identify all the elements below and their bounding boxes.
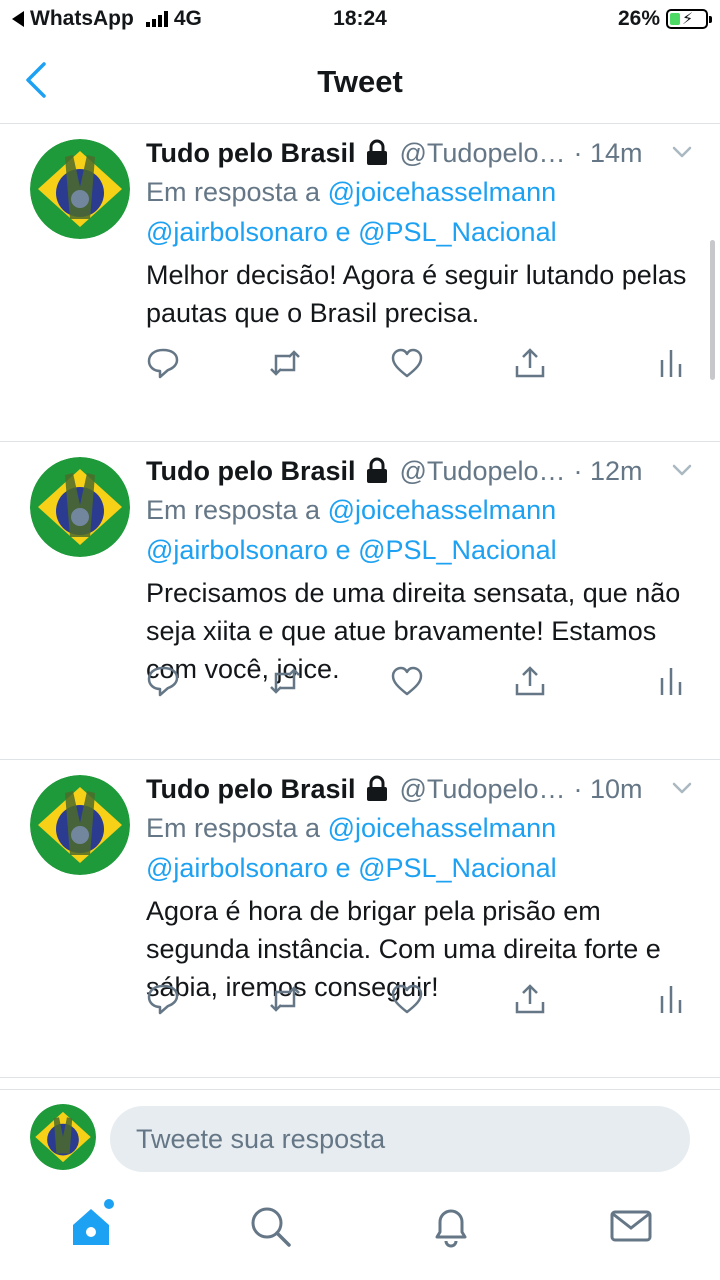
chevron-down-icon[interactable] (670, 140, 694, 164)
analytics-icon (654, 986, 688, 1020)
analytics-icon (654, 668, 688, 702)
reply-icon (146, 348, 180, 384)
share-icon (513, 984, 547, 1020)
reply-context: Em resposta a @joicehasselmann (146, 172, 700, 212)
heart-icon (390, 666, 424, 702)
tab-home[interactable] (68, 1199, 114, 1249)
tab-messages[interactable] (608, 1203, 654, 1249)
nav-bar: Tweet (0, 40, 720, 124)
reply-button[interactable] (146, 346, 180, 380)
composer-avatar[interactable] (30, 1104, 96, 1170)
search-icon (251, 1207, 291, 1247)
reply-button[interactable] (146, 664, 180, 698)
tab-search[interactable] (247, 1203, 293, 1249)
page-title: Tweet (317, 64, 403, 99)
mention-link[interactable]: @PSL_Nacional (358, 535, 557, 565)
author-name[interactable]: Tudo pelo Brasil (146, 138, 356, 169)
battery-percent: 26% (617, 7, 660, 30)
reply-composer (0, 1089, 720, 1189)
avatar[interactable] (30, 457, 130, 557)
analytics-button[interactable] (654, 982, 688, 1016)
tweet-timestamp: · 12m (573, 455, 643, 486)
avatar[interactable] (30, 775, 130, 875)
mention-link[interactable]: @joicehasselmann (328, 495, 557, 525)
reply-button[interactable] (146, 982, 180, 1016)
tweet[interactable]: Tudo pelo Brasil @Tudopelo… · 12m Em respos… (0, 442, 720, 760)
reply-feed[interactable]: Tudo pelo Brasil @Tudopelo… · 14m Em respos… (0, 124, 720, 1089)
heart-icon (390, 984, 424, 1020)
tab-bar (0, 1189, 720, 1280)
mention-link[interactable]: @jairbolsonaro (146, 535, 328, 565)
retweet-button[interactable] (268, 664, 302, 698)
reply-context: @jairbolsonaro e @PSL_Nacional (146, 530, 700, 570)
mention-joiner[interactable]: e (336, 535, 351, 565)
tweet-actions (146, 664, 686, 704)
share-button[interactable] (513, 346, 547, 380)
reply-prefix: Em resposta a (146, 495, 321, 525)
reply-context: Em resposta a @joicehasselmann (146, 490, 700, 530)
mention-joiner[interactable]: e (336, 217, 351, 247)
author-name[interactable]: Tudo pelo Brasil (146, 774, 356, 805)
reply-context: Em resposta a @joicehasselmann (146, 808, 700, 848)
chevron-down-icon[interactable] (670, 458, 694, 482)
analytics-button[interactable] (654, 346, 688, 380)
reply-icon (146, 666, 180, 702)
share-icon (513, 666, 547, 702)
heart-icon (390, 348, 424, 384)
avatar[interactable] (30, 139, 130, 239)
reply-input[interactable] (110, 1106, 690, 1172)
chevron-down-icon[interactable] (670, 776, 694, 800)
retweet-icon (268, 350, 302, 384)
like-button[interactable] (390, 982, 424, 1016)
notifications-icon (435, 1209, 467, 1248)
mention-link[interactable]: @joicehasselmann (328, 177, 557, 207)
tweet[interactable]: Tudo pelo Brasil@Tudopelo…· 8m (0, 1078, 720, 1089)
tweet-text: Melhor decisão! Agora é seguir lutando p… (146, 260, 687, 328)
tab-notifications[interactable] (428, 1203, 474, 1249)
lock-icon (364, 139, 390, 167)
share-button[interactable] (513, 664, 547, 698)
share-icon (513, 348, 547, 384)
retweet-icon (268, 986, 302, 1020)
tweet[interactable]: Tudo pelo Brasil @Tudopelo… · 14m Em respos… (0, 124, 720, 442)
lock-icon (364, 457, 390, 485)
mention-joiner[interactable]: e (336, 853, 351, 883)
share-button[interactable] (513, 982, 547, 1016)
mention-link[interactable]: @PSL_Nacional (358, 853, 557, 883)
retweet-icon (268, 668, 302, 702)
status-bar: WhatsApp 4G 18:24 26% ⚡ (0, 0, 720, 40)
lock-icon (364, 775, 390, 803)
status-time: 18:24 (333, 7, 387, 30)
reply-prefix: Em resposta a (146, 813, 321, 843)
messages-icon (610, 1210, 652, 1242)
retweet-button[interactable] (268, 982, 302, 1016)
tweet-timestamp: · 14m (573, 137, 643, 168)
tweet-actions (146, 982, 686, 1022)
reply-prefix: Em resposta a (146, 177, 321, 207)
mention-link[interactable]: @joicehasselmann (328, 813, 557, 843)
mention-link[interactable]: @PSL_Nacional (358, 217, 557, 247)
mention-link[interactable]: @jairbolsonaro (146, 217, 328, 247)
reply-context: @jairbolsonaro e @PSL_Nacional (146, 848, 700, 888)
analytics-button[interactable] (654, 664, 688, 698)
retweet-button[interactable] (268, 346, 302, 380)
author-handle[interactable]: @Tudopelo… (400, 138, 566, 169)
tweet[interactable]: Tudo pelo Brasil @Tudopelo… · 10m Em respos… (0, 760, 720, 1078)
tweet-timestamp: · 10m (573, 773, 643, 804)
author-handle[interactable]: @Tudopelo… (400, 456, 566, 487)
notification-dot (104, 1199, 114, 1209)
reply-icon (146, 984, 180, 1020)
mention-link[interactable]: @jairbolsonaro (146, 853, 328, 883)
author-handle[interactable]: @Tudopelo… (400, 774, 566, 805)
like-button[interactable] (390, 664, 424, 698)
author-name[interactable]: Tudo pelo Brasil (146, 456, 356, 487)
like-button[interactable] (390, 346, 424, 380)
battery-icon: ⚡ (666, 9, 712, 29)
reply-context: @jairbolsonaro e @PSL_Nacional (146, 212, 700, 252)
analytics-icon (654, 350, 688, 384)
scrollbar[interactable] (710, 240, 715, 380)
home-icon (73, 1209, 109, 1245)
tweet-actions (146, 346, 686, 386)
